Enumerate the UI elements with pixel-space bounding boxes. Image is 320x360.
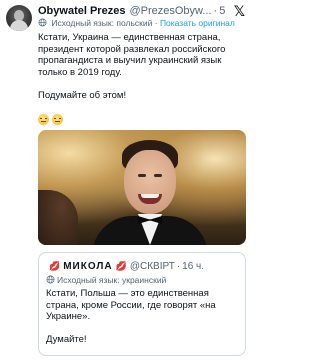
quote-translation-text: Исходный язык: украинский — [57, 275, 167, 285]
tweet-text-line: Кстати, Украина — единственная страна, — [38, 32, 221, 43]
quote-header: 💋 МИКОЛА 💋 @СКВІРТ · 16 ч. — [46, 260, 241, 273]
author-name[interactable]: Obywatel Prezes — [38, 4, 125, 18]
background-person — [38, 190, 78, 245]
quote-translation-note: Исходный язык: украинский — [46, 274, 166, 286]
quote-author-handle[interactable]: @СКВІРТ — [130, 260, 175, 273]
eye-shape — [138, 174, 146, 177]
tweet-time[interactable]: 5 ч. — [219, 4, 229, 18]
eye-shape — [154, 174, 162, 177]
show-original-link[interactable]: Показать оригинал — [160, 18, 235, 28]
author-handle[interactable]: @PrezesObyw... — [129, 4, 211, 18]
quoted-tweet[interactable]: 💋 МИКОЛА 💋 @СКВІРТ · 16 ч. Исходный язык… — [38, 252, 246, 356]
globe-icon — [46, 275, 55, 284]
quote-text-line: Украине». — [46, 311, 91, 322]
tweet-text-line: президент которой развлекал российского — [38, 43, 226, 55]
tweet-media-image[interactable] — [38, 130, 246, 245]
separator-dot: · — [213, 5, 218, 17]
author-avatar[interactable] — [6, 5, 32, 31]
quote-text: Кстати, Польша — это единственная страна… — [46, 288, 242, 346]
translation-bar: Исходный язык: польский · Показать ориги… — [38, 17, 247, 29]
avatar-body — [10, 20, 28, 31]
tweet-text-line: Подумайте об этом! — [38, 89, 127, 101]
face-shape — [124, 150, 176, 214]
globe-icon — [38, 18, 47, 27]
emoji-row — [38, 114, 63, 126]
lips-emoji-icon: 💋 — [115, 261, 127, 271]
tweet-text: Кстати, Украина — единственная страна, п… — [38, 32, 246, 101]
smiling-face-emoji-icon — [52, 114, 63, 125]
quote-author-name[interactable]: МИКОЛА — [63, 260, 112, 273]
lips-emoji-icon: 💋 — [49, 261, 61, 271]
tweet-header: Obywatel Prezes @PrezesObyw... · 5 ч. — [38, 4, 229, 18]
tweet-text-line: пропагандиста и выучил украинский язык — [38, 55, 222, 66]
smiling-face-emoji-icon — [38, 114, 49, 125]
quote-text-line: страна, кроме России, где говорят «на — [46, 299, 216, 311]
quote-time[interactable]: 16 ч. — [182, 260, 204, 273]
quote-text-line: Думайте! — [46, 334, 87, 345]
quote-text-line: Кстати, Польша — это единственная — [46, 288, 209, 299]
tweet-text-line: только в 2019 году. — [38, 66, 122, 78]
separator-dot: · — [176, 261, 181, 272]
translation-note: Исходный язык: польский — [51, 18, 153, 28]
